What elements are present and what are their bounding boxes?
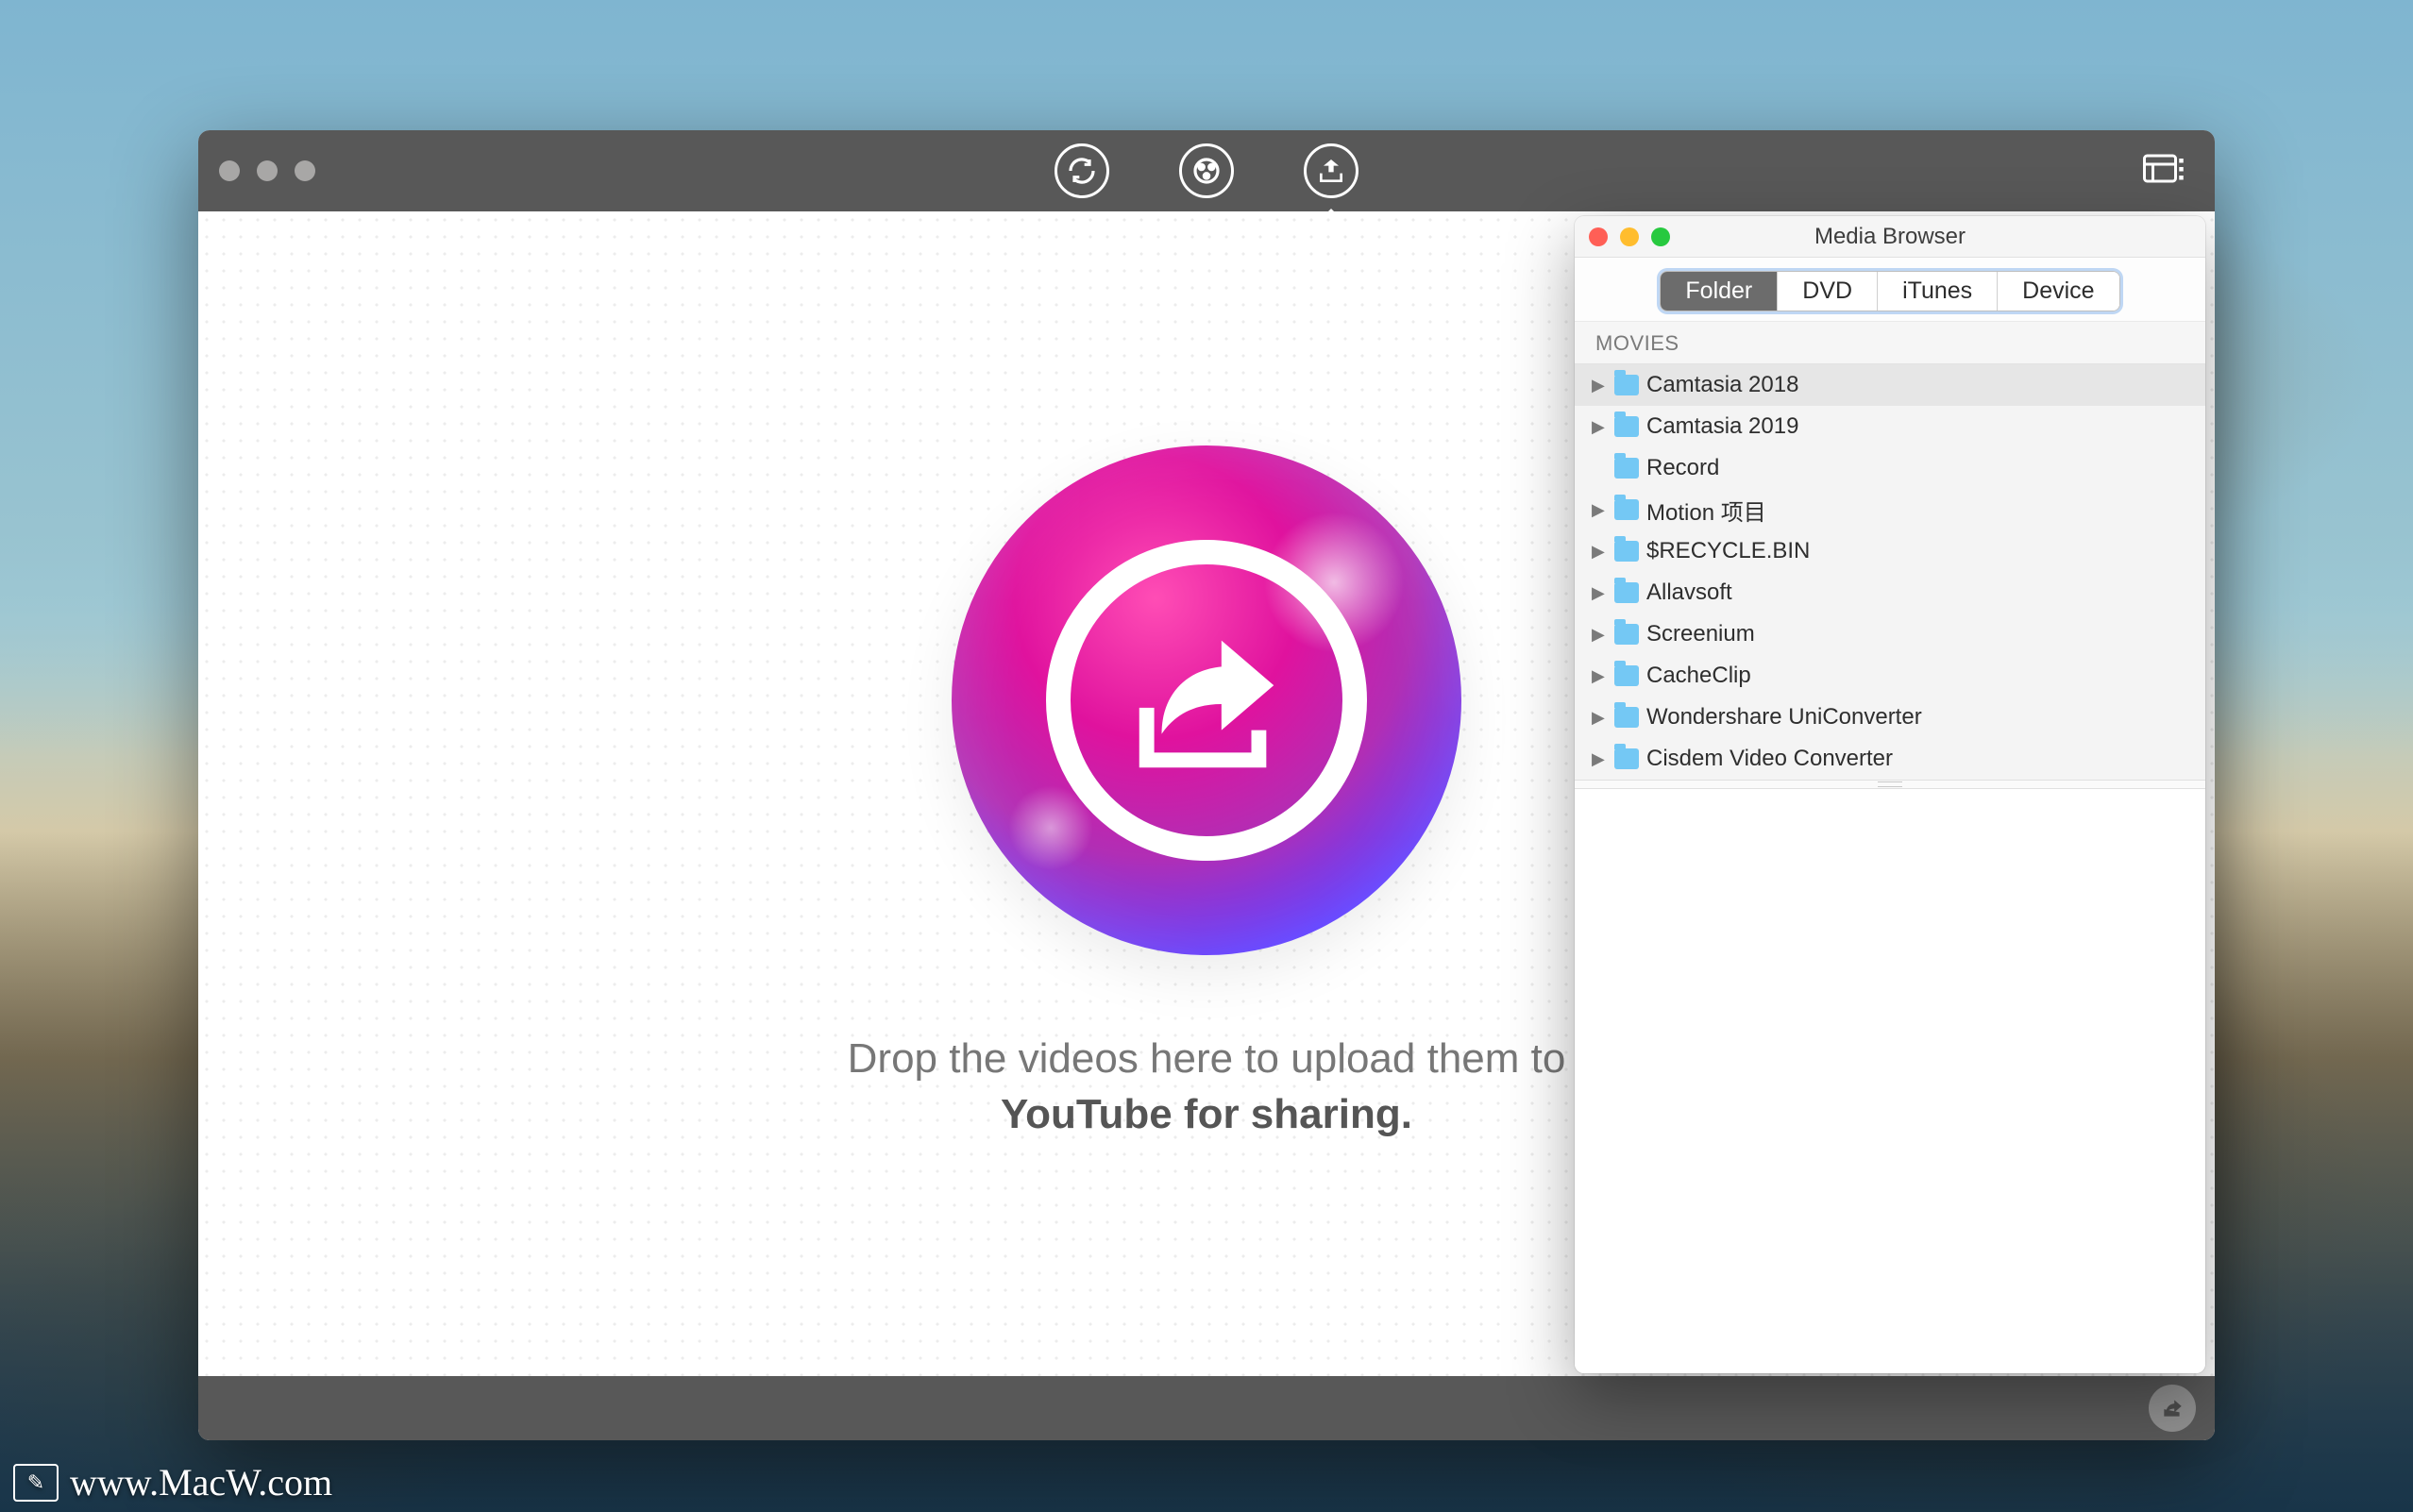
folder-list: ▶ Camtasia 2018 ▶ Camtasia 2019 ▶ Record… bbox=[1575, 364, 2205, 780]
folder-label: Motion 项目 bbox=[1646, 494, 1766, 527]
tab-device[interactable]: Device bbox=[1998, 272, 2118, 311]
toolbar-center bbox=[1055, 143, 1358, 198]
folder-label: Allavsoft bbox=[1646, 580, 1732, 606]
folder-row[interactable]: ▶ $RECYCLE.BIN bbox=[1575, 530, 2205, 572]
drop-text-line2: YouTube for sharing. bbox=[848, 1086, 1566, 1142]
app-footer bbox=[198, 1376, 2215, 1440]
folder-icon bbox=[1614, 499, 1639, 520]
zoom-button[interactable] bbox=[295, 160, 315, 181]
mb-zoom-button[interactable] bbox=[1651, 227, 1670, 246]
folder-row[interactable]: ▶ CacheClip bbox=[1575, 655, 2205, 697]
folder-icon bbox=[1614, 582, 1639, 603]
mb-minimize-button[interactable] bbox=[1620, 227, 1639, 246]
app-titlebar bbox=[198, 130, 2215, 211]
folder-row[interactable]: ▶ Motion 项目 bbox=[1575, 489, 2205, 530]
convert-icon[interactable] bbox=[1055, 143, 1109, 198]
folder-label: Cisdem Video Converter bbox=[1646, 746, 1893, 772]
chevron-right-icon[interactable]: ▶ bbox=[1592, 583, 1607, 603]
chevron-right-icon[interactable]: ▶ bbox=[1592, 500, 1607, 520]
media-browser-window: Media Browser Folder DVD iTunes Device M… bbox=[1575, 216, 2205, 1373]
folder-icon bbox=[1614, 375, 1639, 395]
folder-row[interactable]: ▶ Allavsoft bbox=[1575, 572, 2205, 613]
drop-instruction-text: Drop the videos here to upload them to Y… bbox=[848, 1031, 1566, 1143]
share-icon[interactable] bbox=[1304, 143, 1358, 198]
drop-badge bbox=[952, 445, 1461, 955]
folder-label: $RECYCLE.BIN bbox=[1646, 538, 1810, 564]
watermark-icon: ✎ bbox=[13, 1464, 59, 1502]
drop-badge-ring bbox=[1046, 540, 1367, 861]
folder-label: Record bbox=[1646, 455, 1719, 481]
tab-itunes[interactable]: iTunes bbox=[1878, 272, 1998, 311]
watermark-text: www.MacW.com bbox=[70, 1460, 332, 1504]
folder-row[interactable]: ▶ Cisdem Video Converter bbox=[1575, 738, 2205, 780]
close-button[interactable] bbox=[219, 160, 240, 181]
folder-row[interactable]: ▶ Wondershare UniConverter bbox=[1575, 697, 2205, 738]
chevron-right-icon[interactable]: ▶ bbox=[1592, 376, 1607, 395]
media-browser-window-controls bbox=[1589, 227, 1670, 246]
folder-icon bbox=[1614, 416, 1639, 437]
section-header-movies: MOVIES bbox=[1575, 321, 2205, 364]
minimize-button[interactable] bbox=[257, 160, 278, 181]
folder-label: Camtasia 2018 bbox=[1646, 372, 1798, 398]
folder-row[interactable]: ▶ Screenium bbox=[1575, 613, 2205, 655]
footer-share-button[interactable] bbox=[2149, 1385, 2196, 1432]
pane-resize-handle[interactable] bbox=[1575, 780, 2205, 789]
chevron-right-icon[interactable]: ▶ bbox=[1592, 708, 1607, 728]
folder-row[interactable]: ▶ Record bbox=[1575, 447, 2205, 489]
chevron-right-icon[interactable]: ▶ bbox=[1592, 625, 1607, 645]
folder-label: Wondershare UniConverter bbox=[1646, 704, 1922, 731]
window-controls bbox=[219, 160, 315, 181]
folder-icon bbox=[1614, 665, 1639, 686]
folder-label: Screenium bbox=[1646, 621, 1755, 647]
media-browser-tabs: Folder DVD iTunes Device bbox=[1575, 258, 2205, 321]
share-arrow-icon bbox=[1117, 611, 1296, 790]
folder-label: Camtasia 2019 bbox=[1646, 413, 1798, 440]
media-browser-title: Media Browser bbox=[1814, 224, 1966, 250]
tab-folder[interactable]: Folder bbox=[1661, 272, 1778, 311]
tab-segmented-control: Folder DVD iTunes Device bbox=[1660, 271, 2119, 311]
folder-icon bbox=[1614, 458, 1639, 479]
preview-pane bbox=[1575, 789, 2205, 1373]
folder-icon bbox=[1614, 748, 1639, 769]
mb-close-button[interactable] bbox=[1589, 227, 1608, 246]
media-browser-titlebar: Media Browser bbox=[1575, 216, 2205, 258]
watermark: ✎ www.MacW.com bbox=[13, 1460, 332, 1504]
chevron-right-icon[interactable]: ▶ bbox=[1592, 542, 1607, 562]
folder-label: CacheClip bbox=[1646, 663, 1751, 689]
video-icon[interactable] bbox=[1179, 143, 1234, 198]
drop-text-line1: Drop the videos here to upload them to bbox=[848, 1031, 1566, 1086]
chevron-right-icon[interactable]: ▶ bbox=[1592, 749, 1607, 769]
folder-icon bbox=[1614, 541, 1639, 562]
folder-icon bbox=[1614, 624, 1639, 645]
tab-dvd[interactable]: DVD bbox=[1778, 272, 1878, 311]
folder-icon bbox=[1614, 707, 1639, 728]
chevron-right-icon[interactable]: ▶ bbox=[1592, 417, 1607, 437]
folder-row[interactable]: ▶ Camtasia 2018 bbox=[1575, 364, 2205, 406]
media-panel-toggle[interactable] bbox=[2143, 150, 2188, 193]
folder-row[interactable]: ▶ Camtasia 2019 bbox=[1575, 406, 2205, 447]
chevron-right-icon[interactable]: ▶ bbox=[1592, 666, 1607, 686]
